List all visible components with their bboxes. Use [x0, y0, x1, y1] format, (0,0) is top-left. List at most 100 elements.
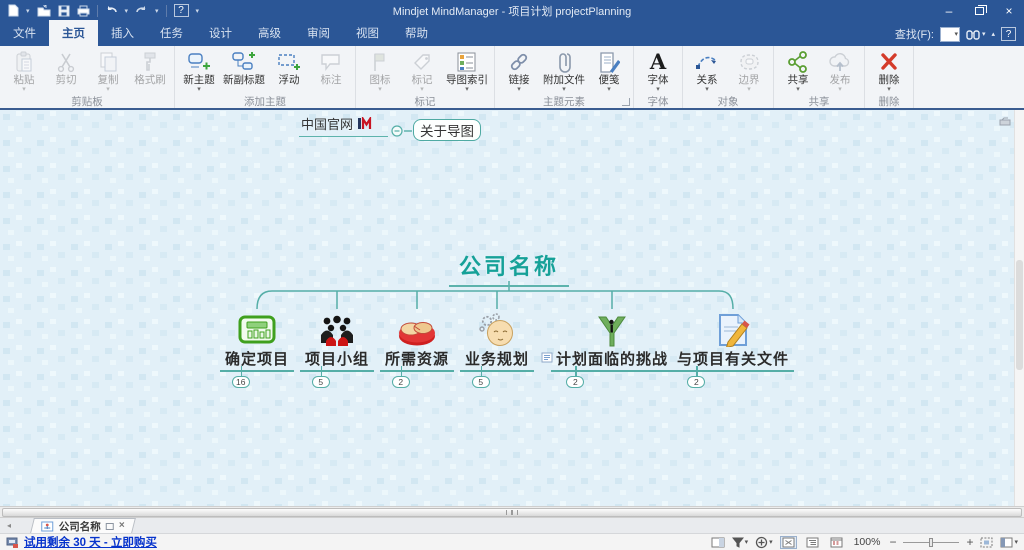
floating-topic-icon — [277, 50, 301, 74]
topic-project-documents[interactable]: 与项目有关文件 2 — [671, 309, 795, 388]
ribbon-tab-row: 文件 主页 插入 任务 设计 高级 审阅 视图 帮助 查找(F): ▾ ▾ ▴ … — [0, 20, 1024, 46]
tab-review[interactable]: 审阅 — [294, 20, 343, 46]
group-label-font: 字体 — [647, 96, 669, 108]
topic-business-planning[interactable]: 业务规划 5 — [459, 309, 553, 388]
collapsed-count-badge[interactable]: 5 — [471, 376, 490, 388]
central-topic[interactable]: 公司名称 — [448, 249, 570, 287]
collapsed-count-badge[interactable]: 2 — [687, 376, 706, 388]
floating-topic[interactable]: 中国官网 — [299, 114, 389, 137]
tab-close-icon[interactable]: × — [119, 520, 125, 531]
collapse-ribbon-button[interactable]: ▴ — [991, 30, 995, 38]
quick-access-toolbar: ▾ ▾ ▾ ? ▾ — [0, 4, 199, 17]
find-input[interactable]: ▾ — [939, 26, 960, 42]
topic-plan-challenges[interactable]: 计划面临的挑战 2 — [550, 309, 674, 388]
task-panel-icon[interactable] — [711, 537, 725, 548]
minimize-button[interactable]: – — [934, 0, 964, 21]
customize-toolbar-icon[interactable]: ▾ — [196, 7, 200, 15]
power-filter-icon[interactable]: ▾ — [755, 536, 773, 549]
ribbon-group-clipboard: 粘贴 ▾ 剪切 复制 ▾ 格式刷 剪贴板 — [0, 46, 175, 108]
redo-icon[interactable] — [135, 5, 148, 16]
zoom-slider-knob[interactable] — [929, 538, 934, 547]
notes-button[interactable]: 便笺 ▾ — [588, 48, 630, 95]
vertical-scrollbar-thumb[interactable] — [1016, 260, 1023, 370]
tags-button[interactable]: 标记 ▾ — [401, 48, 443, 95]
callout-button[interactable]: 标注 — [310, 48, 352, 95]
collapsed-count-badge[interactable]: 16 — [231, 376, 250, 388]
floating-topic-button[interactable]: 浮动 — [268, 48, 310, 95]
help-icon[interactable]: ? — [173, 4, 189, 17]
vertical-scrollbar[interactable] — [1014, 110, 1024, 506]
topic-label: 业务规划 — [459, 347, 553, 372]
tab-home[interactable]: 主页 — [49, 20, 98, 46]
map-index-icon — [456, 50, 478, 74]
collapsed-count-badge[interactable]: 2 — [566, 376, 585, 388]
zoom-in-button[interactable]: + — [966, 536, 973, 548]
new-topic-button[interactable]: 新主题 ▾ — [178, 48, 220, 95]
link-button[interactable]: 链接 ▾ — [498, 48, 540, 95]
tab-insert[interactable]: 插入 — [98, 20, 147, 46]
group-label-share: 共享 — [808, 96, 830, 108]
save-icon[interactable] — [58, 5, 70, 17]
share-button[interactable]: 共享 ▾ — [777, 48, 819, 95]
collapsed-count-badge[interactable]: 5 — [311, 376, 330, 388]
canvas-split-handle-icon[interactable] — [999, 113, 1011, 131]
restore-button[interactable] — [964, 0, 994, 21]
project-board-icon — [238, 309, 276, 347]
view-layout-icon[interactable]: ▾ — [1000, 537, 1018, 548]
tab-view[interactable]: 视图 — [343, 20, 392, 46]
boundary-button[interactable]: 边界 ▾ — [728, 48, 770, 95]
find-button[interactable]: ▾ — [966, 29, 985, 40]
fit-map-icon[interactable] — [980, 537, 993, 548]
cut-button[interactable]: 剪切 — [45, 48, 87, 95]
horizontal-scrollbar[interactable] — [0, 506, 1024, 518]
copy-button[interactable]: 复制 ▾ — [87, 48, 129, 95]
topic-define-project[interactable]: 确定项目 16 — [219, 309, 295, 388]
redo-caret-icon[interactable]: ▾ — [155, 7, 159, 15]
resources-icon — [397, 309, 437, 347]
topic-required-resources[interactable]: 所需资源 2 — [379, 309, 455, 388]
font-button[interactable]: A 字体 ▾ — [637, 48, 679, 95]
ribbon-help-button[interactable]: ? — [1001, 27, 1016, 41]
zoom-slider[interactable] — [903, 537, 960, 547]
attach-file-button[interactable]: 附加文件 ▾ — [540, 48, 588, 95]
print-icon[interactable] — [77, 5, 90, 17]
relationship-button[interactable]: 关系 ▾ — [686, 48, 728, 95]
undo-caret-icon[interactable]: ▾ — [125, 7, 129, 15]
new-document-caret-icon[interactable]: ▾ — [26, 7, 30, 15]
map-canvas[interactable]: 中国官网 关于导图 公司名称 确定项目 16 项目小组 5 所需资源 2 业务规… — [0, 110, 1014, 506]
new-document-icon[interactable] — [7, 4, 19, 17]
trial-purchase-link[interactable]: 试用剩余 30 天 - 立即购买 — [24, 534, 157, 550]
tab-file[interactable]: 文件 — [0, 20, 49, 46]
undo-icon[interactable] — [105, 5, 118, 16]
zoom-out-button[interactable]: − — [889, 536, 896, 548]
tab-design[interactable]: 设计 — [196, 20, 245, 46]
outline-view-toggle[interactable] — [804, 536, 821, 549]
tab-advanced[interactable]: 高级 — [245, 20, 294, 46]
paperclip-icon — [556, 50, 572, 74]
collapsed-count-badge[interactable]: 2 — [391, 376, 410, 388]
tab-float-icon[interactable] — [105, 522, 114, 530]
tab-task[interactable]: 任务 — [147, 20, 196, 46]
open-icon[interactable] — [37, 4, 51, 17]
icon-markers-icon — [370, 50, 390, 74]
dialog-launcher-icon[interactable] — [622, 98, 630, 106]
map-document-tab[interactable]: 公司名称 × — [30, 518, 136, 533]
schedule-view-toggle[interactable] — [828, 536, 845, 549]
tab-scroll-left-icon[interactable]: ◂ — [0, 518, 18, 533]
filter-icon[interactable]: ▾ — [731, 537, 748, 548]
font-icon: A — [649, 49, 667, 74]
map-index-button[interactable]: 导图索引 ▾ — [443, 48, 491, 95]
tab-help[interactable]: 帮助 — [392, 20, 441, 46]
format-painter-button[interactable]: 格式刷 — [129, 48, 171, 95]
close-button[interactable]: × — [994, 0, 1024, 21]
map-view-toggle[interactable] — [779, 535, 797, 549]
new-subtopic-button[interactable]: 新副标题 — [220, 48, 268, 95]
paste-button[interactable]: 粘贴 ▾ — [3, 48, 45, 95]
callout-topic[interactable]: 关于导图 — [413, 119, 481, 141]
topic-project-team[interactable]: 项目小组 5 — [299, 309, 375, 388]
delete-button[interactable]: 删除 ▾ — [868, 48, 910, 95]
icons-button[interactable]: 图标 ▾ — [359, 48, 401, 95]
horizontal-scrollbar-thumb[interactable] — [2, 508, 1022, 517]
copy-icon — [98, 50, 118, 74]
publish-button[interactable]: 发布 ▾ — [819, 48, 861, 95]
